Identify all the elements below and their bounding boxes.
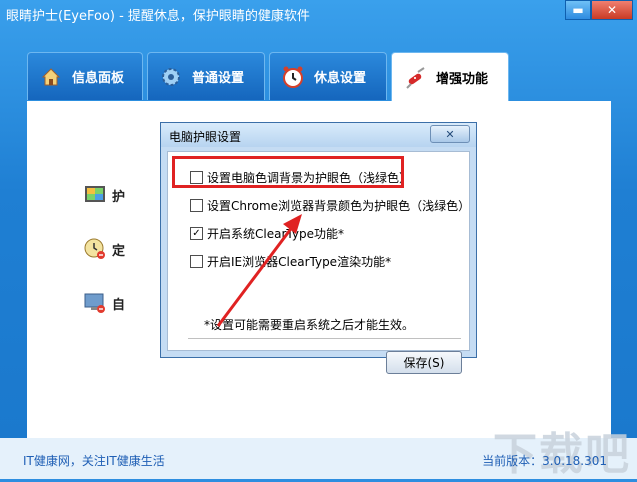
annotation-arrow	[216, 214, 302, 327]
main-window: 眼睛护士(EyeFoo) - 提醒休息，保护眼睛的健康软件 ▬ ✕ 信息面板 普…	[0, 0, 637, 480]
